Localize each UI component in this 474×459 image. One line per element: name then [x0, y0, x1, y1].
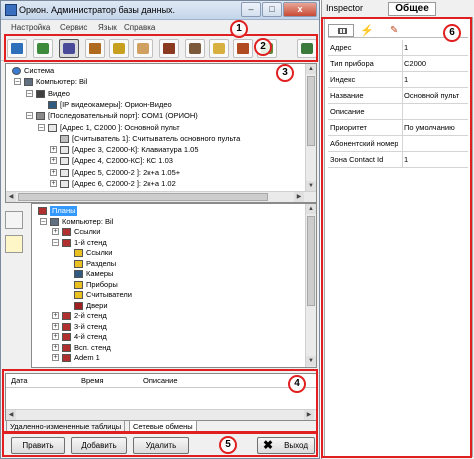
device-tree-node[interactable]: [Считыватель 1]: Считыватель основного п…: [12, 134, 272, 144]
collapse-icon[interactable]: –: [38, 123, 45, 131]
device-tree-node-label: [Адрес 5, С2000-2 ]: 2к+а 1.05+: [72, 167, 181, 177]
device-tree-node[interactable]: Система: [12, 66, 272, 76]
inspector-title: Inspector: [326, 3, 364, 13]
app-icon: [5, 4, 17, 16]
device-tree-node-label: [Адрес 4, С2000-КС]: КС 1.03: [72, 156, 173, 166]
callout-6: 6: [443, 24, 461, 42]
globe-icon: [12, 67, 21, 75]
device-tree-node-label: [Адрес 3, С2000-К]: Клавиатура 1.05: [72, 145, 199, 155]
port-icon: [36, 112, 45, 121]
scroll-thumb[interactable]: [307, 76, 315, 146]
device-tree-node-label: [Считыватель 1]: Считыватель основного п…: [72, 133, 241, 143]
collapse-icon[interactable]: –: [26, 89, 33, 97]
inspector-tab-general[interactable]: Общее: [388, 2, 436, 16]
callout-4: 4: [288, 375, 306, 393]
device-tree-node-label: [IP видеокамеры]: Орион-Видео: [60, 99, 172, 109]
camera-icon: [48, 100, 57, 109]
expand-icon[interactable]: +: [50, 180, 57, 187]
menu-settings[interactable]: Настройка: [11, 23, 50, 32]
device-tree-node[interactable]: [IP видеокамеры]: Орион-Видео: [12, 100, 272, 110]
scroll-up-icon[interactable]: ▲: [306, 64, 316, 74]
device-tree-node[interactable]: – Компьютер: Bil: [12, 77, 272, 87]
device-tree[interactable]: ▲ ▼ ◀ ▶ Система – Компьютер: Bil – Видео [IP …: [5, 63, 317, 203]
device-tree-node[interactable]: – Видео: [12, 89, 272, 99]
callout-region-plans: [2, 200, 318, 369]
callout-box-buttons: [2, 432, 318, 457]
expand-icon[interactable]: +: [50, 157, 57, 165]
device-tree-node-label: [Последовательный порт]: COM1 (ОРИОН): [48, 111, 198, 121]
close-button[interactable]: x: [283, 2, 317, 17]
device-tree-node[interactable]: + [Адрес 4, С2000-КС]: КС 1.03: [12, 156, 272, 166]
callout-box-inspector: [321, 17, 472, 458]
expand-icon[interactable]: +: [50, 168, 57, 176]
device-icon: [60, 146, 69, 155]
title-bar: Орион. Администратор базы данных. – □ x: [1, 1, 319, 20]
computer-icon: [24, 78, 33, 87]
collapse-icon[interactable]: –: [26, 112, 33, 120]
menu-language[interactable]: Язык: [98, 23, 117, 32]
device-tree-node-label: [Адрес 6, С2000-2 ]: 2к+а 1.02: [72, 179, 176, 188]
window-title: Орион. Администратор базы данных.: [19, 5, 176, 15]
callout-5: 5: [219, 436, 237, 454]
callout-3: 3: [276, 64, 294, 82]
video-icon: [36, 89, 45, 98]
maximize-button[interactable]: □: [262, 2, 282, 17]
device-icon: [48, 123, 57, 132]
device-tree-node-label: [Адрес 1, С2000 ]: Основной пульт: [60, 122, 180, 132]
tree-vertical-scrollbar[interactable]: ▲ ▼: [305, 64, 316, 191]
device-icon: [60, 168, 69, 177]
device-tree-node-label: Видео: [48, 88, 70, 98]
device-icon: [60, 180, 69, 188]
menu-help[interactable]: Справка: [124, 23, 155, 32]
expand-icon[interactable]: +: [50, 146, 57, 154]
minimize-button[interactable]: –: [241, 2, 261, 17]
callout-box-log: [2, 369, 318, 433]
reader-icon: [60, 134, 69, 143]
scroll-down-icon[interactable]: ▼: [306, 181, 316, 191]
device-tree-node[interactable]: + [Адрес 3, С2000-К]: Клавиатура 1.05: [12, 145, 272, 155]
menu-service[interactable]: Сервис: [60, 23, 87, 32]
device-tree-node[interactable]: – [Последовательный порт]: COM1 (ОРИОН): [12, 111, 272, 121]
device-tree-node-label: Компьютер: Bil: [36, 77, 88, 87]
device-tree-node-label: Система: [24, 66, 55, 75]
device-tree-node[interactable]: + [Адрес 6, С2000-2 ]: 2к+а 1.02: [12, 179, 272, 189]
collapse-icon[interactable]: –: [14, 78, 21, 86]
device-tree-node[interactable]: + [Адрес 5, С2000-2 ]: 2к+а 1.05+: [12, 168, 272, 178]
callout-2: 2: [254, 38, 272, 56]
callout-1: 1: [230, 20, 248, 38]
device-icon: [60, 157, 69, 166]
device-tree-node[interactable]: – [Адрес 1, С2000 ]: Основной пульт: [12, 123, 272, 133]
menu-bar: Настройка Сервис Язык Справка: [1, 21, 319, 35]
